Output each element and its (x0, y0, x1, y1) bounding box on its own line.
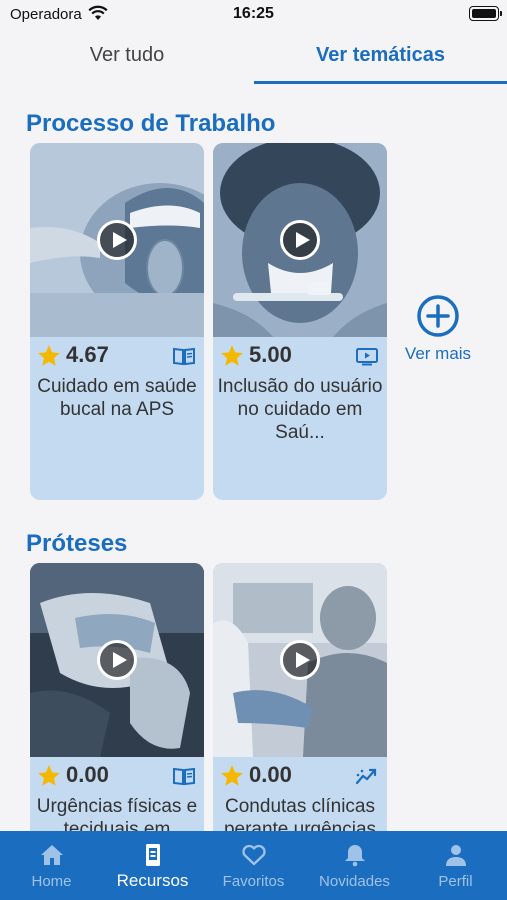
active-tab-indicator (254, 81, 507, 84)
home-icon (40, 845, 63, 865)
clock: 16:25 (233, 5, 274, 22)
tab-label: Ver temáticas (316, 44, 445, 66)
video-icon (356, 348, 378, 366)
book-icon (173, 767, 195, 786)
card-thumbnail (213, 143, 387, 337)
star-icon (221, 345, 243, 366)
person-icon (445, 845, 466, 866)
ver-mais-button[interactable]: Ver mais (398, 294, 478, 364)
card-title: Cuidado em saúde bucal na APS (37, 376, 197, 420)
section-title-processo: Processo de Trabalho (26, 110, 276, 137)
card-thumbnail (30, 563, 204, 757)
nav-label: Recursos (116, 871, 189, 890)
nav-label: Favoritos (222, 873, 285, 890)
bell-icon (344, 845, 365, 867)
book-icon (173, 347, 195, 366)
nav-novidades[interactable]: Novidades (304, 831, 405, 900)
play-icon[interactable] (280, 220, 320, 260)
card-thumbnail (30, 143, 204, 337)
status-bar: Operadora 16:25 (0, 0, 507, 30)
ver-mais-label: Ver mais (404, 344, 472, 363)
tab-ver-tudo[interactable]: Ver tudo (0, 30, 254, 84)
tab-ver-tematicas[interactable]: Ver temáticas (254, 30, 507, 84)
nav-label: Novidades (319, 873, 390, 890)
nav-home[interactable]: Home (1, 831, 102, 900)
bottom-navigation: Home Recursos Favoritos Novidades Perfil (0, 831, 507, 900)
rating-value: 0.00 (66, 762, 109, 787)
play-icon[interactable] (97, 220, 137, 260)
nav-label: Home (31, 873, 72, 890)
star-icon (38, 765, 60, 786)
nav-label: Perfil (438, 873, 473, 890)
nav-favoritos[interactable]: Favoritos (203, 831, 304, 900)
nav-recursos[interactable]: Recursos (102, 831, 203, 900)
card-title: Inclusão do usuário no cuidado em Saú... (217, 376, 383, 443)
battery-icon (469, 6, 502, 21)
resources-icon (145, 844, 160, 866)
chart-icon (355, 768, 377, 785)
star-icon (221, 765, 243, 786)
rating-value: 4.67 (66, 342, 109, 367)
resource-card[interactable]: 5.00 Inclusão do usuário no cuidado em S… (213, 143, 387, 500)
star-icon (38, 345, 60, 366)
play-icon[interactable] (97, 640, 137, 680)
rating-value: 0.00 (249, 762, 292, 787)
play-icon[interactable] (280, 640, 320, 680)
resource-card[interactable]: 0.00 Urgências físicas e teciduais em (30, 563, 204, 843)
resource-card[interactable]: 0.00 Condutas clínicas perante urgências (213, 563, 387, 843)
card-thumbnail (213, 563, 387, 757)
rating-value: 5.00 (249, 342, 292, 367)
resource-card[interactable]: 4.67 Cuidado em saúde bucal na APS (30, 143, 204, 500)
section-title-proteses: Próteses (26, 530, 128, 557)
tab-bar: Ver tudo Ver temáticas (0, 30, 507, 84)
add-circle-icon (417, 295, 459, 337)
nav-perfil[interactable]: Perfil (405, 831, 506, 900)
heart-icon (241, 844, 266, 866)
